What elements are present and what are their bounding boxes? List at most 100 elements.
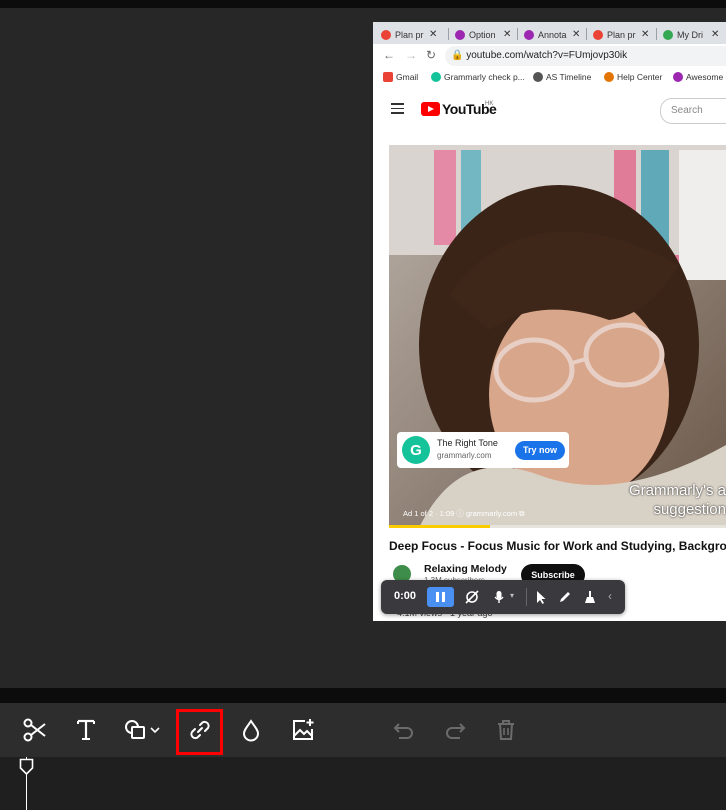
image-tool-button[interactable] (282, 703, 324, 757)
playhead-handle-icon[interactable] (19, 758, 34, 776)
microphone-icon[interactable] (491, 589, 507, 605)
close-icon[interactable]: ✕ (503, 29, 511, 40)
video-title: Deep Focus - Focus Music for Work and St… (389, 539, 726, 553)
bookmark-label: Awesome (686, 72, 724, 82)
extension-icon (455, 29, 465, 40)
close-icon[interactable]: ✕ (641, 29, 649, 40)
divider (526, 588, 527, 606)
undo-button[interactable] (386, 703, 422, 757)
menu-icon[interactable] (391, 103, 404, 114)
tab-label: Annota (538, 29, 567, 40)
video-progress-bar[interactable] (389, 525, 726, 528)
screenshot-preview[interactable]: Plan pr ✕ Option ✕ Annota ✕ Plan pr ✕ My… (373, 22, 726, 621)
youtube-search-input[interactable]: Search (660, 98, 726, 124)
browser-tab[interactable]: Plan pr ✕ (381, 25, 437, 44)
browser-tab[interactable]: Option ✕ (455, 25, 511, 44)
bookmark-label: Grammarly check p... (444, 72, 525, 82)
bookmark-item[interactable]: AS Timeline (533, 72, 591, 82)
video-player[interactable]: G The Right Tone grammarly.com Try now G… (389, 145, 726, 528)
close-icon[interactable]: ✕ (572, 29, 580, 40)
add-image-icon (293, 719, 314, 740)
pen-icon[interactable] (557, 589, 573, 605)
tab-divider (586, 28, 587, 40)
tab-label: Plan pr (395, 29, 424, 40)
trash-icon (498, 720, 514, 740)
video-caption: Grammarly's a suggestion (629, 481, 726, 519)
tab-label: My Dri (677, 29, 703, 40)
url-text: youtube.com/watch?v=FUmjovp30ik (466, 50, 628, 61)
editing-toolbar (0, 703, 726, 757)
lock-icon: 🔒 (451, 50, 464, 61)
undo-icon (393, 723, 413, 739)
chevron-down-icon (150, 727, 160, 734)
shape-tool-button[interactable] (118, 703, 166, 757)
search-placeholder: Search (671, 105, 703, 116)
bookmarks-bar: Gmail Grammarly check p... AS Timeline H… (373, 68, 726, 91)
close-icon[interactable]: ✕ (429, 29, 437, 40)
extension-icon (524, 29, 534, 40)
bookmark-item[interactable]: Awesome (673, 72, 723, 82)
region-label: HK (485, 101, 494, 107)
shapes-icon (125, 720, 145, 739)
bookmark-label: AS Timeline (546, 72, 592, 82)
camera-off-icon[interactable] (464, 589, 480, 605)
bookmark-item[interactable]: Help Center (604, 72, 662, 82)
gmail-icon (383, 72, 393, 82)
tab-divider (448, 28, 449, 40)
pause-button[interactable] (427, 587, 454, 607)
blur-tool-button[interactable] (230, 703, 272, 757)
browser-tab-bar: Plan pr ✕ Option ✕ Annota ✕ Plan pr ✕ My… (373, 22, 726, 44)
text-icon (77, 719, 95, 740)
tab-label: Option (469, 29, 496, 40)
collapse-chevron-icon[interactable]: ‹ (608, 589, 612, 603)
timeline-track[interactable] (0, 757, 726, 810)
browser-address-bar: ← → ↻ 🔒 youtube.com/watch?v=FUmjovp30ik (373, 44, 726, 68)
recording-control-bar: 0:00 ▾ ‹ (381, 580, 625, 614)
bookmark-item[interactable]: Gmail (383, 72, 418, 82)
gmail-icon (381, 29, 391, 40)
browser-tab[interactable]: Annota ✕ (524, 25, 580, 44)
drop-icon (242, 719, 260, 742)
bookmark-item[interactable]: Grammarly check p... (431, 72, 525, 82)
ad-overlay-card[interactable]: G The Right Tone grammarly.com Try now (397, 432, 569, 468)
ad-info: Ad 1 of 2 · 1:09 ⓘ grammarly.com ⧉ (403, 509, 525, 518)
ad-title: The Right Tone (437, 438, 498, 448)
video-frame (389, 145, 726, 528)
delete-button[interactable] (488, 703, 524, 757)
ad-domain: grammarly.com (437, 451, 492, 460)
tab-divider (517, 28, 518, 40)
url-field[interactable]: 🔒 youtube.com/watch?v=FUmjovp30ik (445, 46, 726, 66)
cursor-icon[interactable] (533, 589, 549, 605)
tab-label: Plan pr (607, 29, 636, 40)
forward-arrow-icon[interactable]: → (405, 48, 417, 62)
close-icon[interactable]: ✕ (711, 29, 719, 40)
globe-icon (533, 72, 543, 82)
youtube-play-icon (421, 102, 440, 116)
redo-icon (446, 723, 466, 739)
help-icon (604, 72, 614, 82)
browser-tab[interactable]: Plan pr ✕ (593, 25, 649, 44)
caption-line: suggestion (653, 501, 726, 518)
try-now-button[interactable]: Try now (515, 441, 565, 460)
selected-tool-highlight (176, 709, 223, 755)
caption-line: Grammarly's a (628, 482, 726, 499)
channel-name[interactable]: Relaxing Melody (424, 563, 507, 575)
browser-tab[interactable]: My Dri ✕ (663, 25, 719, 44)
chevron-down-icon[interactable]: ▾ (510, 591, 514, 600)
eraser-icon[interactable] (582, 589, 598, 605)
gmail-icon (593, 29, 603, 40)
cut-tool-button[interactable] (14, 703, 56, 757)
redo-button[interactable] (437, 703, 473, 757)
grammarly-icon (431, 72, 441, 82)
tab-divider (656, 28, 657, 40)
reload-icon[interactable]: ↻ (426, 48, 436, 62)
bookmark-label: Help Center (617, 72, 663, 82)
recording-timer: 0:00 (394, 590, 417, 602)
bookmark-label: Gmail (396, 72, 419, 82)
drive-icon (663, 29, 673, 40)
extension-icon (673, 72, 683, 82)
youtube-header: YouTube HK Search (373, 90, 726, 130)
text-tool-button[interactable] (66, 703, 106, 757)
back-arrow-icon[interactable]: ← (383, 48, 395, 62)
scissors-icon (23, 718, 46, 742)
